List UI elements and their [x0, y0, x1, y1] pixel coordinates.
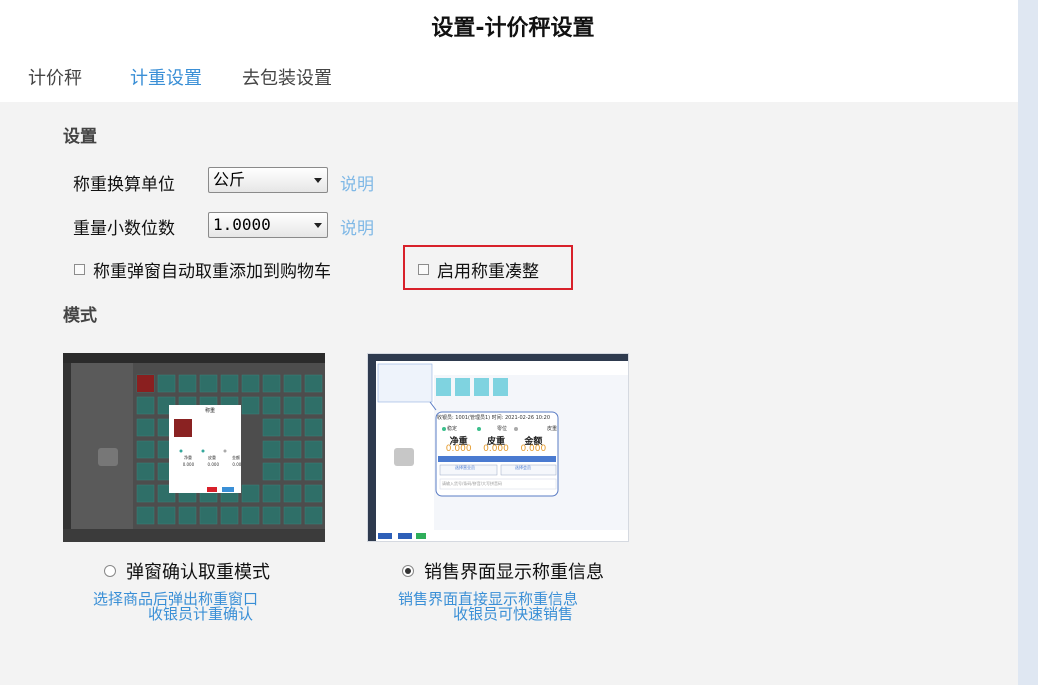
decimals-label: 重量小数位数: [73, 219, 175, 239]
inline-preview-member-button-2: 选择会员: [515, 465, 531, 470]
popup-preview-col-value: 0.00: [232, 462, 242, 467]
window-title: 设置-计价秤设置: [431, 16, 595, 41]
popup-preview-col-label: 金额: [232, 455, 240, 460]
popup-preview-col-label: 净重: [184, 455, 192, 460]
rounding-label: 启用称重凑整: [437, 262, 539, 282]
decimals-select-value: 1.0000: [213, 215, 271, 234]
unit-select[interactable]: 公斤: [208, 167, 328, 193]
popup-preview-col-label: 皮重: [208, 455, 216, 460]
unit-label: 称重换算单位: [73, 175, 175, 195]
unit-help-link[interactable]: 说明: [340, 170, 374, 195]
tab-weighing-settings[interactable]: 计重设置: [130, 64, 202, 90]
inline-preview-col-value: 0.000: [520, 444, 547, 454]
popup-mode-radio-row[interactable]: 弹窗确认取重模式: [104, 558, 270, 584]
popup-mode-preview[interactable]: [63, 353, 325, 542]
inline-preview-member-button: 选择营业员: [455, 465, 475, 470]
decimals-help-link[interactable]: 说明: [340, 214, 374, 239]
auto-add-checkbox-row[interactable]: 称重弹窗自动取重添加到购物车: [74, 257, 331, 282]
popup-mode-label: 弹窗确认取重模式: [126, 562, 270, 583]
inline-preview-status-item: 稳定: [447, 426, 458, 432]
popup-mode-desc-line2: 收银员计重确认: [148, 605, 254, 623]
inline-mode-desc-line2: 收银员可快速销售: [453, 605, 574, 623]
popup-mode-preview-graphic: [63, 353, 325, 542]
auto-add-label: 称重弹窗自动取重添加到购物车: [93, 262, 331, 282]
popup-preview-col-value: 0.000: [207, 462, 219, 467]
inline-preview-status-line: 收银员: 1001(管理员1) 时间: 2021-02-26 10:20: [437, 415, 551, 421]
settings-section-title: 设置: [63, 127, 97, 147]
chevron-down-icon: [314, 178, 322, 183]
inline-preview-status-item: 零位: [496, 426, 507, 432]
mode-section-title: 模式: [63, 306, 97, 326]
tab-pricing-scale[interactable]: 计价秤: [28, 64, 82, 90]
inline-preview-col-values: 0.000 0.000 0.000: [440, 444, 552, 454]
right-scroll-strip: [1018, 0, 1038, 685]
inline-preview-status-items: 稳定 零位 皮重: [447, 425, 557, 432]
popup-preview-col-value: 0.000: [182, 462, 195, 467]
inline-preview-col-value: 0.000: [445, 444, 472, 454]
inline-mode-radio-row[interactable]: 销售界面显示称重信息: [402, 558, 604, 584]
popup-preview-col-values: 0.000 0.000 0.00: [176, 462, 248, 467]
chevron-down-icon: [314, 223, 322, 228]
inline-preview-search-placeholder: 请输入货号/条码/拼音/大写拼音码: [442, 481, 503, 486]
auto-add-checkbox[interactable]: [74, 264, 85, 275]
inline-preview-status-item: 皮重: [546, 426, 557, 432]
inline-mode-radio[interactable]: [402, 565, 414, 577]
decimals-select[interactable]: 1.0000: [208, 212, 328, 238]
unit-select-value: 公斤: [213, 170, 246, 189]
popup-preview-dialog-title: 称重: [205, 408, 216, 414]
tab-tare-settings[interactable]: 去包装设置: [242, 64, 332, 90]
popup-mode-radio[interactable]: [104, 565, 116, 577]
popup-preview-col-labels: 净重 皮重 金额: [176, 455, 248, 461]
rounding-checkbox-row[interactable]: 启用称重凑整: [418, 257, 539, 282]
inline-preview-col-value: 0.000: [483, 444, 509, 454]
inline-mode-label: 销售界面显示称重信息: [424, 562, 604, 583]
rounding-checkbox[interactable]: [418, 264, 429, 275]
